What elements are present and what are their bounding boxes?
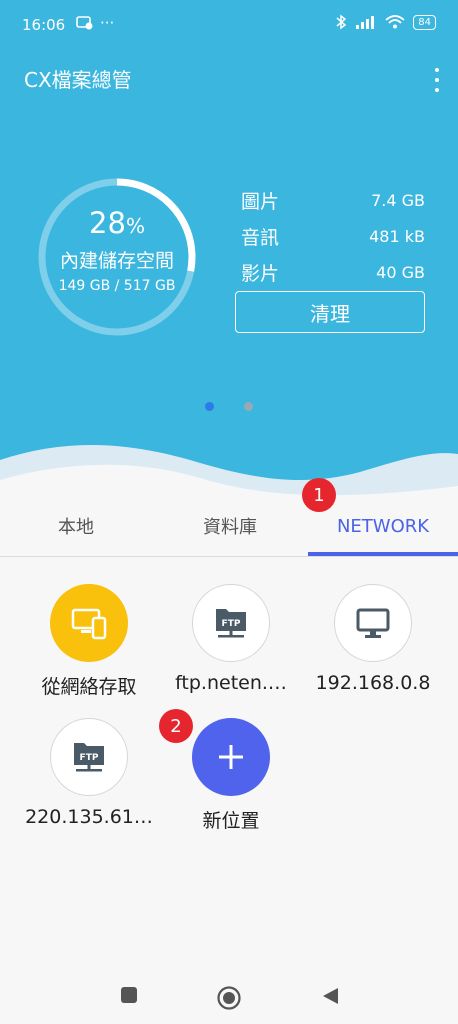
network-item-label: 220.135.61… — [25, 806, 153, 828]
category-stats: 圖片 7.4 GB 音訊 481 kB 影片 40 GB — [241, 182, 425, 290]
stat-name: 影片 — [241, 262, 280, 285]
back-icon[interactable] — [320, 986, 340, 1006]
stat-name: 圖片 — [241, 190, 280, 213]
storage-label: 內建儲存空間 — [59, 250, 174, 272]
network-item-label: 192.168.0.8 — [315, 672, 431, 694]
ftp-server-icon: FTP — [50, 718, 128, 796]
status-left-icons: ··· — [76, 14, 114, 32]
tab-active-indicator — [308, 552, 458, 556]
notification-icon — [76, 16, 93, 30]
devices-icon — [50, 584, 128, 662]
system-nav-bar — [0, 970, 458, 1024]
clean-button[interactable]: 清理 — [235, 291, 425, 333]
tab-library[interactable]: 資料庫 — [154, 496, 306, 556]
step-badge-2: 2 — [159, 709, 193, 743]
wifi-icon — [385, 15, 405, 29]
status-right-icons: 84 — [335, 14, 436, 30]
stat-row-video[interactable]: 影片 40 GB — [241, 254, 425, 290]
network-item-label: ftp.neten.… — [175, 672, 287, 694]
ftp-icon-text: FTP — [80, 753, 99, 763]
stat-name: 音訊 — [241, 226, 280, 249]
status-overflow: ··· — [100, 14, 115, 32]
stat-row-audio[interactable]: 音訊 481 kB — [241, 218, 425, 254]
network-item-ftp-neten[interactable]: FTP ftp.neten.… — [156, 584, 306, 694]
more-vert-icon[interactable] — [434, 68, 440, 92]
network-item-label: 從網絡存取 — [41, 676, 137, 698]
page-dot-inactive[interactable] — [244, 402, 253, 411]
tab-local[interactable]: 本地 — [0, 496, 152, 556]
status-time: 16:06 — [22, 16, 66, 34]
network-item-label: 新位置 — [202, 810, 260, 832]
ftp-server-icon: FTP — [192, 584, 270, 662]
status-bar: 16:06 ··· 84 — [0, 0, 458, 52]
stat-size: 40 GB — [376, 262, 425, 282]
monitor-icon — [334, 584, 412, 662]
storage-capacity: 149 GB / 517 GB — [58, 278, 176, 294]
stat-size: 481 kB — [369, 226, 425, 246]
stat-row-images[interactable]: 圖片 7.4 GB — [241, 182, 425, 218]
bluetooth-icon — [336, 14, 347, 30]
app-root: 16:06 ··· 84 CX檔案總管 28% 內建儲存空間 149 GB / … — [0, 0, 458, 1024]
network-item-access[interactable]: 從網絡存取 — [14, 584, 164, 699]
network-item-ftp-220[interactable]: FTP 220.135.61… — [14, 718, 164, 828]
page-dot-active[interactable] — [205, 402, 214, 411]
home-icon[interactable] — [216, 985, 242, 1011]
ftp-icon-text: FTP — [222, 619, 241, 629]
tab-bar: 本地 資料庫 NETWORK — [0, 496, 458, 557]
app-title: CX檔案總管 — [24, 68, 132, 92]
step-badge-1: 1 — [302, 478, 336, 512]
signal-icon — [356, 16, 375, 29]
storage-summary: 28% 內建儲存空間 149 GB / 517 GB — [36, 176, 198, 338]
stat-size: 7.4 GB — [371, 190, 425, 210]
storage-percent-number: 28 — [89, 206, 126, 240]
network-item-192-168-0-8[interactable]: 192.168.0.8 — [298, 584, 448, 694]
page-indicator — [205, 402, 253, 411]
recent-apps-icon[interactable] — [120, 986, 138, 1004]
storage-percent-sign: % — [125, 214, 145, 238]
storage-percent: 28% — [36, 206, 198, 240]
plus-icon — [192, 718, 270, 796]
battery-icon: 84 — [413, 14, 436, 30]
